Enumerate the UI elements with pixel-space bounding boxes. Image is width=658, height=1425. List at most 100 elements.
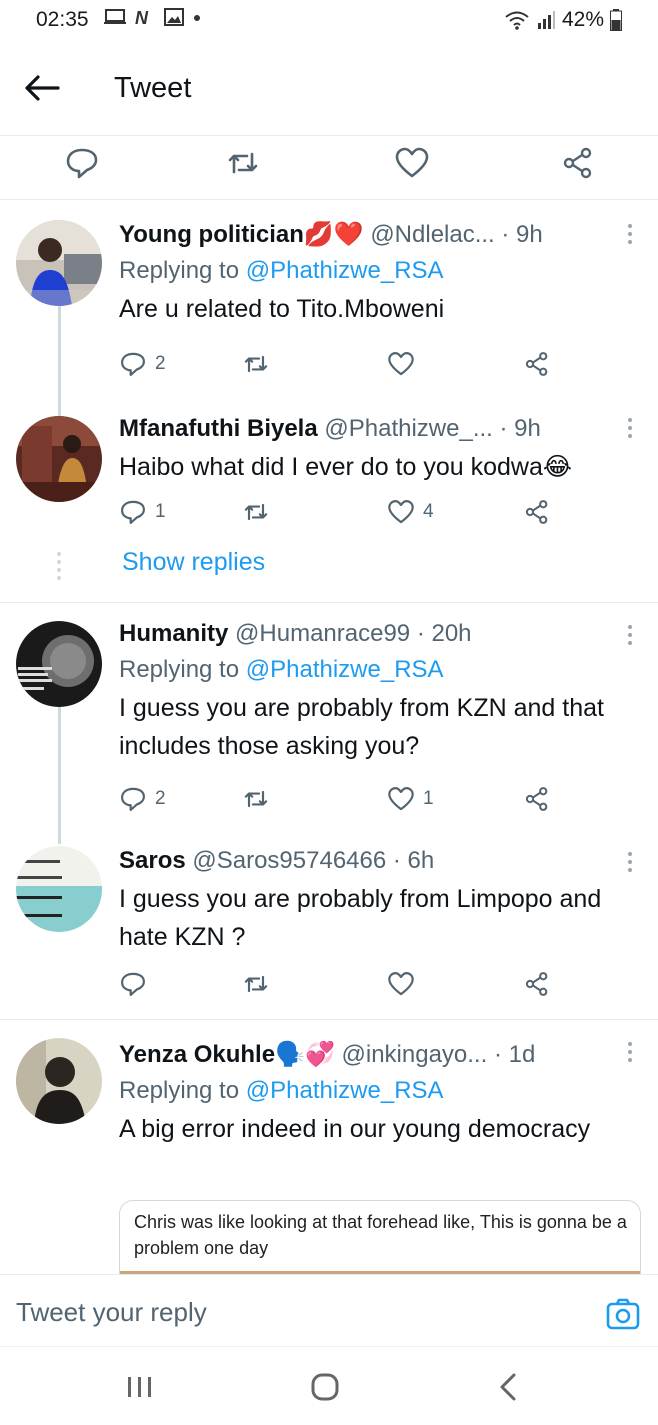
- avatar[interactable]: [16, 846, 102, 932]
- main-tweet-actions: [0, 136, 658, 200]
- like-button[interactable]: 4: [387, 498, 434, 526]
- like-count: 1: [423, 788, 434, 809]
- reply-input[interactable]: Tweet your reply: [16, 1297, 207, 1328]
- status-time: 02:35: [36, 8, 89, 31]
- tweet-text: A big error indeed in our young democrac…: [119, 1115, 591, 1143]
- author-handle[interactable]: @Humanrace99: [235, 620, 410, 647]
- author-handle[interactable]: @inkingayo...: [342, 1041, 488, 1068]
- gallery-icon: [164, 8, 184, 26]
- author-name[interactable]: Mfanafuthi Biyela: [119, 415, 318, 442]
- reply-button[interactable]: 1: [119, 498, 166, 526]
- share-icon[interactable]: [560, 145, 596, 181]
- author-handle[interactable]: @Ndlelac...: [370, 221, 494, 248]
- nav-back-icon[interactable]: [492, 1371, 528, 1403]
- signal-icon: [537, 11, 555, 29]
- media-caption: Chris was like looking at that forehead …: [134, 1212, 627, 1258]
- home-icon[interactable]: [307, 1371, 343, 1403]
- share-icon: [525, 972, 548, 996]
- author-handle[interactable]: @Saros95746466: [192, 847, 386, 874]
- author-line: Young politician💋❤️ @Ndlelac... · 9h: [119, 220, 638, 250]
- more-options-icon[interactable]: [626, 224, 634, 246]
- like-icon[interactable]: [394, 145, 430, 181]
- reply-composer[interactable]: Tweet your reply: [0, 1274, 658, 1346]
- back-arrow-icon[interactable]: [22, 72, 62, 104]
- recent-apps-icon[interactable]: [122, 1371, 158, 1403]
- like-icon: [388, 787, 414, 811]
- android-nav-bar: [0, 1346, 658, 1425]
- author-emoji: 💋❤️: [303, 221, 364, 248]
- author-line: Saros @Saros95746466 · 6h: [119, 846, 638, 876]
- more-options-icon[interactable]: [626, 852, 634, 874]
- replying-mention[interactable]: @Phathizwe_RSA: [246, 1077, 444, 1104]
- author-name[interactable]: Young politician: [119, 221, 304, 248]
- like-button[interactable]: [387, 970, 415, 998]
- reply-tweet[interactable]: Humanity @Humanrace99 · 20h Replying to …: [0, 603, 658, 841]
- like-button[interactable]: 1: [387, 785, 434, 813]
- author-name[interactable]: Saros: [119, 847, 186, 874]
- status-right: 42%: [504, 8, 622, 32]
- author-name[interactable]: Humanity: [119, 620, 228, 647]
- page-title: Tweet: [114, 72, 192, 104]
- replying-mention[interactable]: @Phathizwe_RSA: [246, 257, 444, 284]
- tweet-actions: [119, 970, 589, 1004]
- share-icon: [525, 500, 548, 524]
- replying-prefix: Replying to: [119, 656, 240, 683]
- reply-tweet[interactable]: Mfanafuthi Biyela @Phathizwe_... · 9h Ha…: [0, 402, 658, 602]
- more-options-icon[interactable]: [626, 625, 634, 647]
- share-button[interactable]: [523, 498, 551, 526]
- tweet-text: Are u related to Tito.Mboweni: [119, 295, 445, 323]
- author-name[interactable]: Yenza Okuhle: [119, 1041, 275, 1068]
- reply-tweet[interactable]: Saros @Saros95746466 · 6h I guess you ar…: [0, 842, 658, 1018]
- avatar[interactable]: [16, 1038, 102, 1124]
- more-options-icon[interactable]: [626, 1042, 634, 1064]
- reply-icon[interactable]: [64, 145, 100, 181]
- tweet-actions: 1 4: [119, 498, 589, 532]
- wifi-icon: [505, 11, 529, 30]
- battery-icon: [610, 9, 622, 31]
- reply-icon: [121, 352, 145, 376]
- avatar[interactable]: [16, 220, 102, 306]
- author-handle[interactable]: @Phathizwe_...: [324, 415, 492, 442]
- app-header: Tweet: [0, 40, 658, 136]
- reply-tweet[interactable]: Young politician💋❤️ @Ndlelac... · 9h Rep…: [0, 200, 658, 402]
- retweet-button[interactable]: [241, 498, 271, 526]
- replying-to: Replying to @Phathizwe_RSA: [119, 655, 638, 685]
- retweet-button[interactable]: [241, 350, 271, 378]
- tweet-actions: 2: [119, 350, 589, 384]
- show-replies-link[interactable]: Show replies: [122, 548, 265, 577]
- retweet-button[interactable]: [241, 970, 271, 998]
- notification-icons: N: [104, 8, 202, 26]
- replying-mention[interactable]: @Phathizwe_RSA: [246, 656, 444, 683]
- share-button[interactable]: [523, 970, 551, 998]
- status-bar: 02:35 N 42%: [0, 0, 658, 40]
- more-options-icon[interactable]: [626, 418, 634, 440]
- author-line: Mfanafuthi Biyela @Phathizwe_... · 9h: [119, 414, 638, 444]
- tweet-time: · 1d: [493, 1041, 536, 1068]
- like-button[interactable]: [387, 350, 415, 378]
- n-app-icon: N: [135, 8, 149, 26]
- share-button[interactable]: [523, 350, 551, 378]
- tweet-media[interactable]: Chris was like looking at that forehead …: [119, 1200, 641, 1280]
- avatar[interactable]: [16, 416, 102, 502]
- retweet-icon[interactable]: [225, 145, 261, 181]
- share-button[interactable]: [523, 785, 551, 813]
- reply-icon: [121, 500, 145, 524]
- retweet-button[interactable]: [241, 785, 271, 813]
- tweet-text: I guess you are probably from KZN and th…: [119, 694, 604, 760]
- camera-icon[interactable]: [606, 1297, 640, 1331]
- reply-button[interactable]: 2: [119, 785, 166, 813]
- avatar[interactable]: [16, 621, 102, 707]
- reply-button[interactable]: [119, 970, 147, 998]
- replying-to: Replying to @Phathizwe_RSA: [119, 1076, 638, 1106]
- replying-to: Replying to @Phathizwe_RSA: [119, 256, 638, 286]
- tweet-time: · 20h: [416, 620, 472, 647]
- tweet-text: Haibo what did I ever do to you kodwa😂: [119, 453, 573, 481]
- reply-count: 1: [155, 501, 166, 522]
- reply-button[interactable]: 2: [119, 350, 166, 378]
- like-icon: [388, 972, 414, 996]
- like-count: 4: [423, 501, 434, 522]
- retweet-icon: [244, 975, 268, 993]
- reply-count: 2: [155, 353, 166, 374]
- like-icon: [388, 352, 414, 376]
- tweet-time: · 6h: [392, 847, 435, 874]
